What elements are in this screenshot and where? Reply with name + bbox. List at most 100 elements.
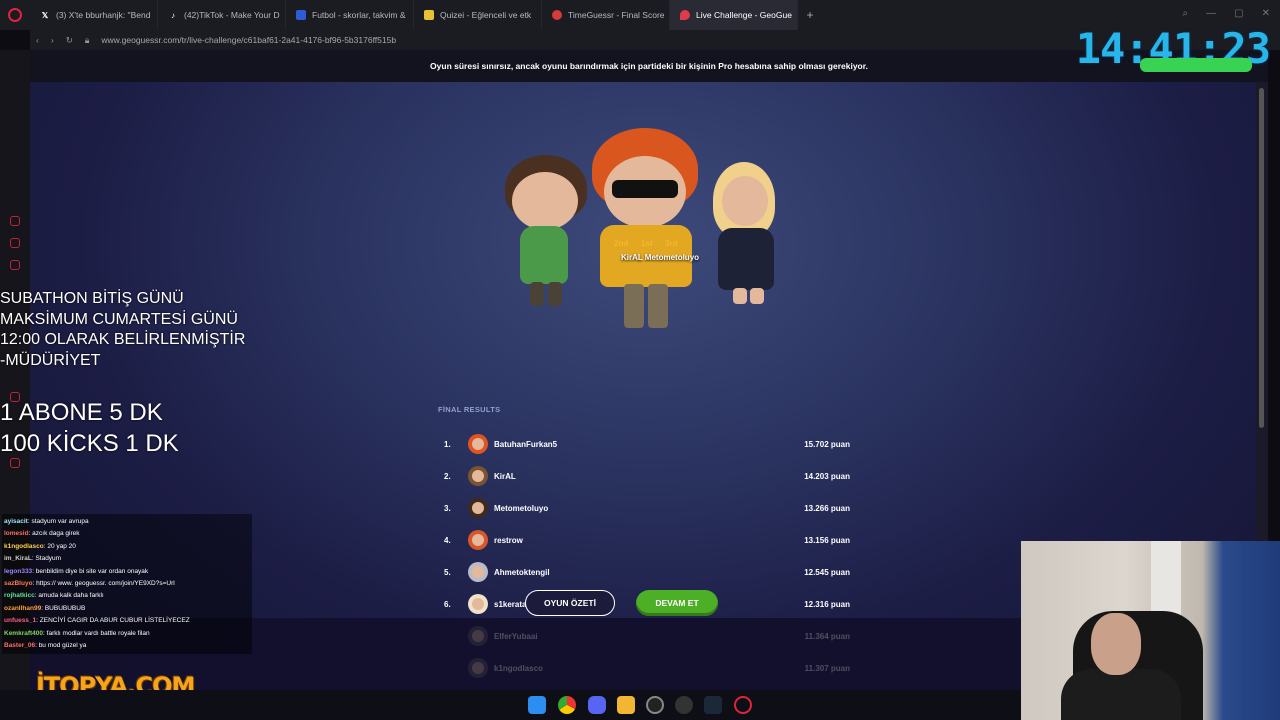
tab-label: Quizei - Eğlenceli ve etk: [440, 10, 532, 20]
tab-label: TimeGuessr - Final Score: [568, 10, 665, 20]
subathon-line: MAKSİMUM CUMARTESİ GÜNÜ: [0, 310, 238, 328]
chat-username[interactable]: ozanllhan99: [4, 605, 41, 612]
tiktok-icon: ♪: [171, 10, 175, 20]
tab-tiktok[interactable]: ♪ (42)TikTok - Make Your D: [158, 0, 286, 30]
player-avatar[interactable]: [468, 594, 488, 614]
tab-timeguessr[interactable]: TimeGuessr - Final Score: [542, 0, 670, 30]
chat-message: Baster_06: bu mod güzel ya: [4, 640, 250, 652]
chat-username[interactable]: lomesid: [4, 530, 29, 537]
player-name[interactable]: ElferYubaai: [494, 632, 770, 641]
forward-icon[interactable]: ›: [51, 35, 54, 45]
result-rank: 1.: [444, 439, 451, 449]
sidebar-app-icon[interactable]: [10, 216, 20, 226]
player-name[interactable]: Ahmetoktengil: [494, 568, 770, 577]
sunglasses: [612, 180, 678, 198]
rate-line: 100 KİCKS 1 DK: [0, 430, 179, 457]
chat-username[interactable]: legon333: [4, 568, 32, 575]
player-avatar[interactable]: [468, 530, 488, 550]
player-avatar[interactable]: [468, 498, 488, 518]
chat-username[interactable]: im_KiraL: [4, 555, 32, 562]
player-score: 12.316 puan: [804, 599, 850, 609]
chat-message: im_KiraL: Stadyum: [4, 553, 250, 565]
player-name[interactable]: k1ngodlasco: [494, 664, 770, 673]
player-avatar[interactable]: [468, 434, 488, 454]
player-avatar[interactable]: [468, 626, 488, 646]
x-icon: 𝕏: [41, 10, 49, 20]
sidebar-app-icon[interactable]: [10, 260, 20, 270]
result-row: k1ngodlasco 11.307 puan: [440, 652, 860, 684]
tab-x[interactable]: 𝕏 (3) X'te bburhanjk: "Bend: [30, 0, 158, 30]
new-tab-button[interactable]: +: [798, 8, 822, 22]
search-icon[interactable]: ⌕: [1183, 8, 1189, 19]
flashscore-icon: [296, 10, 306, 20]
player-avatar[interactable]: [468, 658, 488, 678]
podium-label-2nd: 2nd: [614, 239, 629, 248]
tab-geoguessr[interactable]: Live Challenge - GeoGue ✕: [670, 0, 798, 30]
tab-label: (3) X'te bburhanjk: "Bend: [56, 10, 151, 20]
subathon-line: SUBATHON BİTİŞ GÜNÜ: [0, 290, 184, 307]
rate-line: 1 ABONE 5 DK: [0, 399, 163, 426]
lock-icon: 🔒︎: [84, 34, 90, 45]
back-icon[interactable]: ‹: [36, 35, 39, 45]
continue-button[interactable]: DEVAM ET: [636, 590, 718, 616]
chat-message: ayisacit: stadyum var avrupa: [4, 516, 250, 528]
stream-chat: ayisacit: stadyum var avrupa lomesid: azc…: [2, 514, 252, 654]
sidebar-app-icon[interactable]: [10, 238, 20, 248]
tab-label: Live Challenge - GeoGue: [696, 10, 792, 20]
results-list: 1. BatuhanFurkan5 15.702 puan 2. KirAL 14.203…: [440, 428, 860, 684]
tab-label: Futbol - skorlar, takvim &: [312, 10, 406, 20]
file-explorer-icon[interactable]: [617, 696, 635, 714]
chat-username[interactable]: sazBluyo: [4, 580, 33, 587]
result-rank: 2.: [444, 471, 451, 481]
chat-username[interactable]: k1ngodlasco: [4, 543, 44, 550]
player-avatar[interactable]: [468, 466, 488, 486]
chat-text: : benbildim diye bi site var ordan onaya…: [32, 567, 149, 575]
chat-username[interactable]: ayisacit: [4, 518, 28, 525]
chat-message: legon333: benbildim diye bi site var ord…: [4, 566, 250, 578]
discord-icon[interactable]: [588, 696, 606, 714]
sidebar-app-icon[interactable]: [10, 458, 20, 468]
geoguessr-icon: [680, 10, 690, 20]
chat-text: : azcık daga girek: [28, 530, 80, 538]
chat-text: : Stadyum: [31, 555, 62, 563]
minimize-icon[interactable]: —: [1206, 8, 1216, 19]
chat-text: : https:// www. geoguessr. com/join/YE9X…: [32, 580, 175, 588]
chrome-icon[interactable]: [558, 696, 576, 714]
window-controls: ⌕ — ▢ ✕: [1183, 8, 1270, 19]
chat-username[interactable]: Baster_06: [4, 642, 35, 649]
chat-text: : ZENCİYİ CAGIR DA ABUR CUBUR LİSTELİYEC…: [36, 617, 190, 625]
result-rank: 5.: [444, 567, 451, 577]
opera-gx-icon[interactable]: [734, 696, 752, 714]
player-score: 11.307 puan: [804, 663, 850, 673]
result-rank: 6.: [444, 599, 451, 609]
player-name[interactable]: BatuhanFurkan5: [494, 440, 770, 449]
player-score: 11.364 puan: [804, 631, 850, 641]
maximize-icon[interactable]: ▢: [1234, 8, 1243, 19]
player-name[interactable]: restrow: [494, 536, 770, 545]
player-avatar[interactable]: [468, 562, 488, 582]
player-name[interactable]: Metometoluyo: [494, 504, 770, 513]
close-window-icon[interactable]: ✕: [1262, 8, 1270, 19]
screen: 𝕏 (3) X'te bburhanjk: "Bend ♪ (42)TikTok…: [0, 0, 1280, 720]
opera-logo-icon[interactable]: [0, 0, 30, 30]
tab-quizei[interactable]: Quizei - Eğlenceli ve etk: [414, 0, 542, 30]
chat-username[interactable]: Kemkraft400: [4, 630, 43, 637]
subathon-line: 12:00 OLARAK BELİRLENMİŞTİR: [0, 331, 246, 348]
tab-futbol[interactable]: Futbol - skorlar, takvim &: [286, 0, 414, 30]
url-field[interactable]: www.geoguessr.com/tr/live-challenge/c61b…: [101, 35, 396, 45]
result-row: 4. restrow 13.156 puan: [440, 524, 860, 556]
chat-message: lomesid: azcık daga girek: [4, 528, 250, 540]
player-name[interactable]: KirAL: [494, 472, 770, 481]
reload-icon[interactable]: ↻: [66, 35, 73, 46]
steam-icon[interactable]: [704, 696, 722, 714]
quiz-icon: [424, 10, 434, 20]
chat-username[interactable]: unfuess_1: [4, 617, 36, 624]
game-summary-button[interactable]: OYUN ÖZETİ: [525, 590, 615, 616]
subathon-line: -MÜDÜRİYET: [0, 351, 101, 369]
result-row: 1. BatuhanFurkan5 15.702 puan: [440, 428, 860, 460]
app-icon[interactable]: [675, 696, 693, 714]
chat-message: Kemkraft400: farklı modlar vardı battle …: [4, 628, 250, 640]
obs-icon[interactable]: [646, 696, 664, 714]
windows-start-icon[interactable]: [528, 696, 546, 714]
chat-username[interactable]: rojhatkicc: [4, 592, 35, 599]
